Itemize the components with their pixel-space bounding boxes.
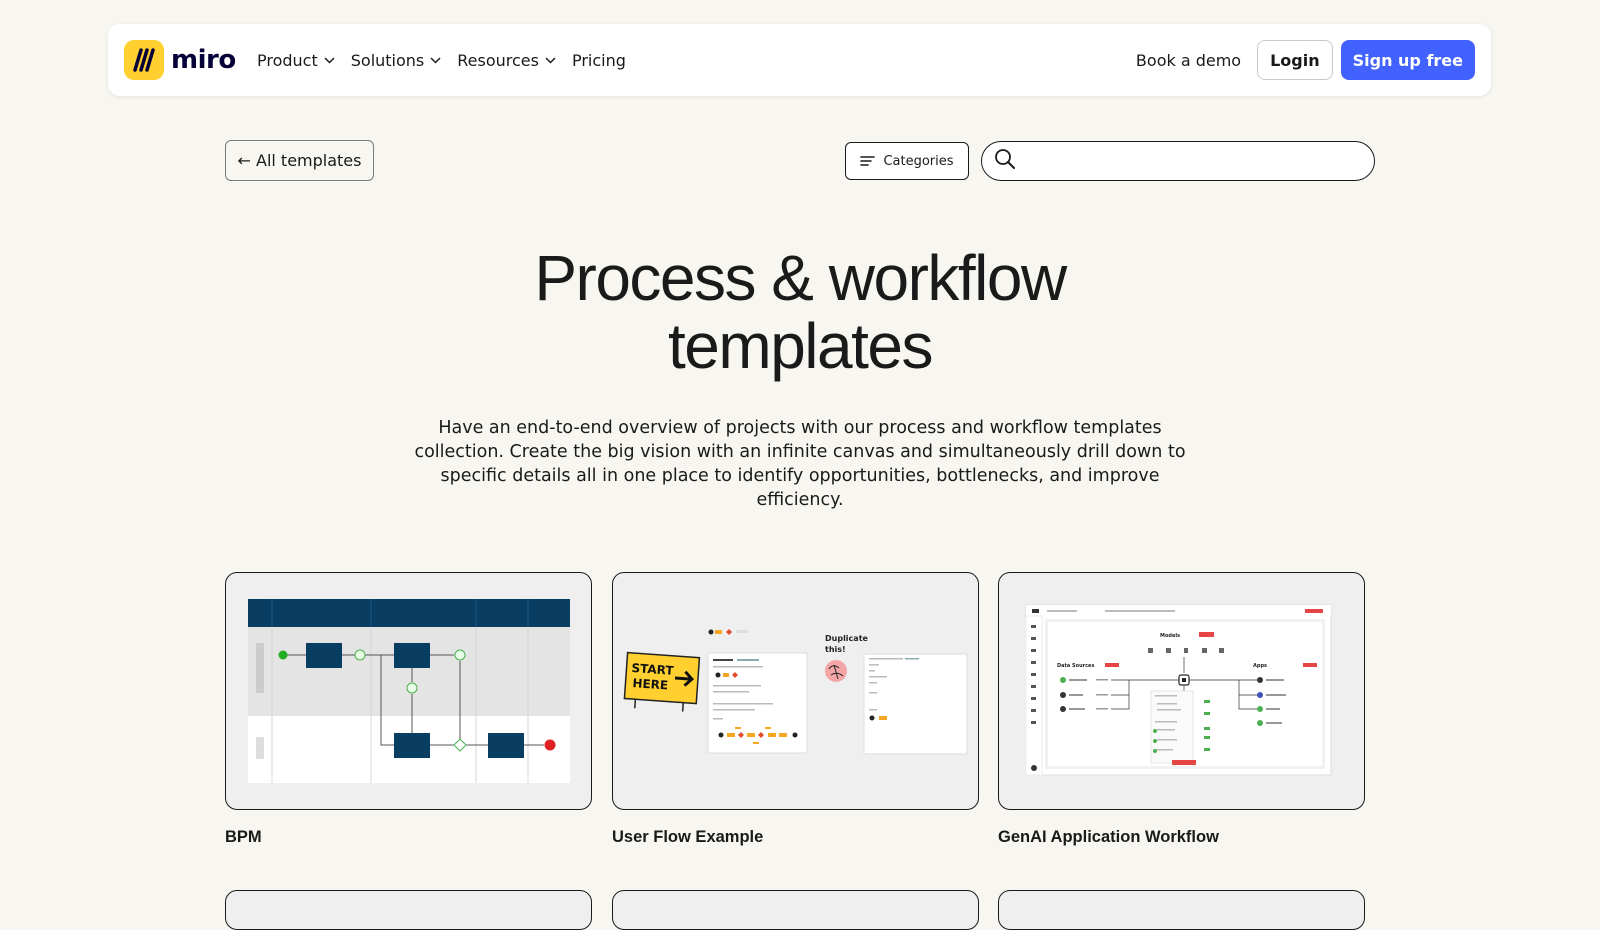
- nav-product[interactable]: Product: [257, 51, 335, 70]
- nav-pricing-label: Pricing: [571, 50, 626, 70]
- nav-solutions[interactable]: Solutions: [351, 51, 442, 70]
- bpm-thumbnail: [225, 572, 592, 810]
- nav-links: Product Solutions Resources Pricing: [257, 24, 642, 96]
- bpm-diagram-preview: [248, 599, 570, 783]
- apps-label: Apps: [1253, 663, 1267, 669]
- duplicate-text: Duplicate: [825, 634, 869, 643]
- login-button[interactable]: Login: [1257, 40, 1333, 80]
- data-sources-label: Data Sources: [1057, 663, 1094, 669]
- chevron-down-icon: [545, 56, 556, 64]
- nav-product-label: Product: [257, 50, 318, 70]
- all-templates-button[interactable]: ← All templates: [225, 140, 374, 181]
- user-flow-thumbnail: START HERE Duplicate this!: [612, 572, 979, 810]
- nav-solutions-label: Solutions: [350, 50, 425, 70]
- search-icon: [994, 148, 1016, 174]
- page-title: Process & workflow templates: [400, 244, 1200, 380]
- nav-pricing[interactable]: Pricing: [572, 51, 626, 70]
- chevron-down-icon: [430, 56, 441, 64]
- start-here-text-2: HERE: [632, 676, 669, 692]
- genai-thumbnail: Models Data Sources Apps: [998, 572, 1365, 810]
- template-card-title: BPM: [225, 828, 262, 846]
- genai-workflow-preview: Models Data Sources Apps: [1025, 604, 1332, 776]
- nav-actions: Book a demo Login Sign up free: [1136, 24, 1475, 96]
- chevron-down-icon: [324, 56, 335, 64]
- filter-lines-icon: [860, 155, 876, 167]
- nav-resources[interactable]: Resources: [457, 51, 556, 70]
- template-card-title: GenAI Application Workflow: [998, 828, 1219, 846]
- template-card-partial[interactable]: [612, 890, 979, 930]
- top-navbar: miro Product Solutions Resources Pricing…: [108, 24, 1491, 96]
- user-flow-preview: START HERE Duplicate this!: [623, 629, 968, 755]
- template-card-user-flow[interactable]: START HERE Duplicate this! User Flow Exa…: [612, 572, 979, 847]
- template-card-partial[interactable]: [998, 890, 1365, 930]
- page-title-line-1: Process & workflow: [534, 242, 1067, 314]
- start-here-text: START: [631, 661, 675, 678]
- search-input[interactable]: [1024, 151, 1358, 171]
- page-title-line-2: templates: [668, 310, 933, 382]
- miro-logo[interactable]: miro: [124, 40, 236, 80]
- nav-resources-label: Resources: [457, 50, 539, 70]
- categories-button[interactable]: Categories: [845, 142, 969, 180]
- duplicate-text-2: this!: [825, 645, 846, 654]
- page-description: Have an end-to-end overview of projects …: [414, 418, 1186, 510]
- template-card-partial[interactable]: [225, 890, 592, 930]
- models-label: Models: [1160, 633, 1180, 639]
- logo-text: miro: [171, 45, 236, 75]
- miro-logo-icon: [124, 40, 164, 80]
- book-demo-link[interactable]: Book a demo: [1136, 51, 1241, 70]
- categories-label: Categories: [883, 153, 954, 169]
- signup-button[interactable]: Sign up free: [1340, 40, 1475, 80]
- search-box: [981, 141, 1375, 181]
- template-card-title: User Flow Example: [612, 828, 764, 846]
- template-card-bpm[interactable]: BPM: [225, 572, 592, 847]
- template-card-genai-workflow[interactable]: Models Data Sources Apps GenAI Applicati…: [998, 572, 1365, 847]
